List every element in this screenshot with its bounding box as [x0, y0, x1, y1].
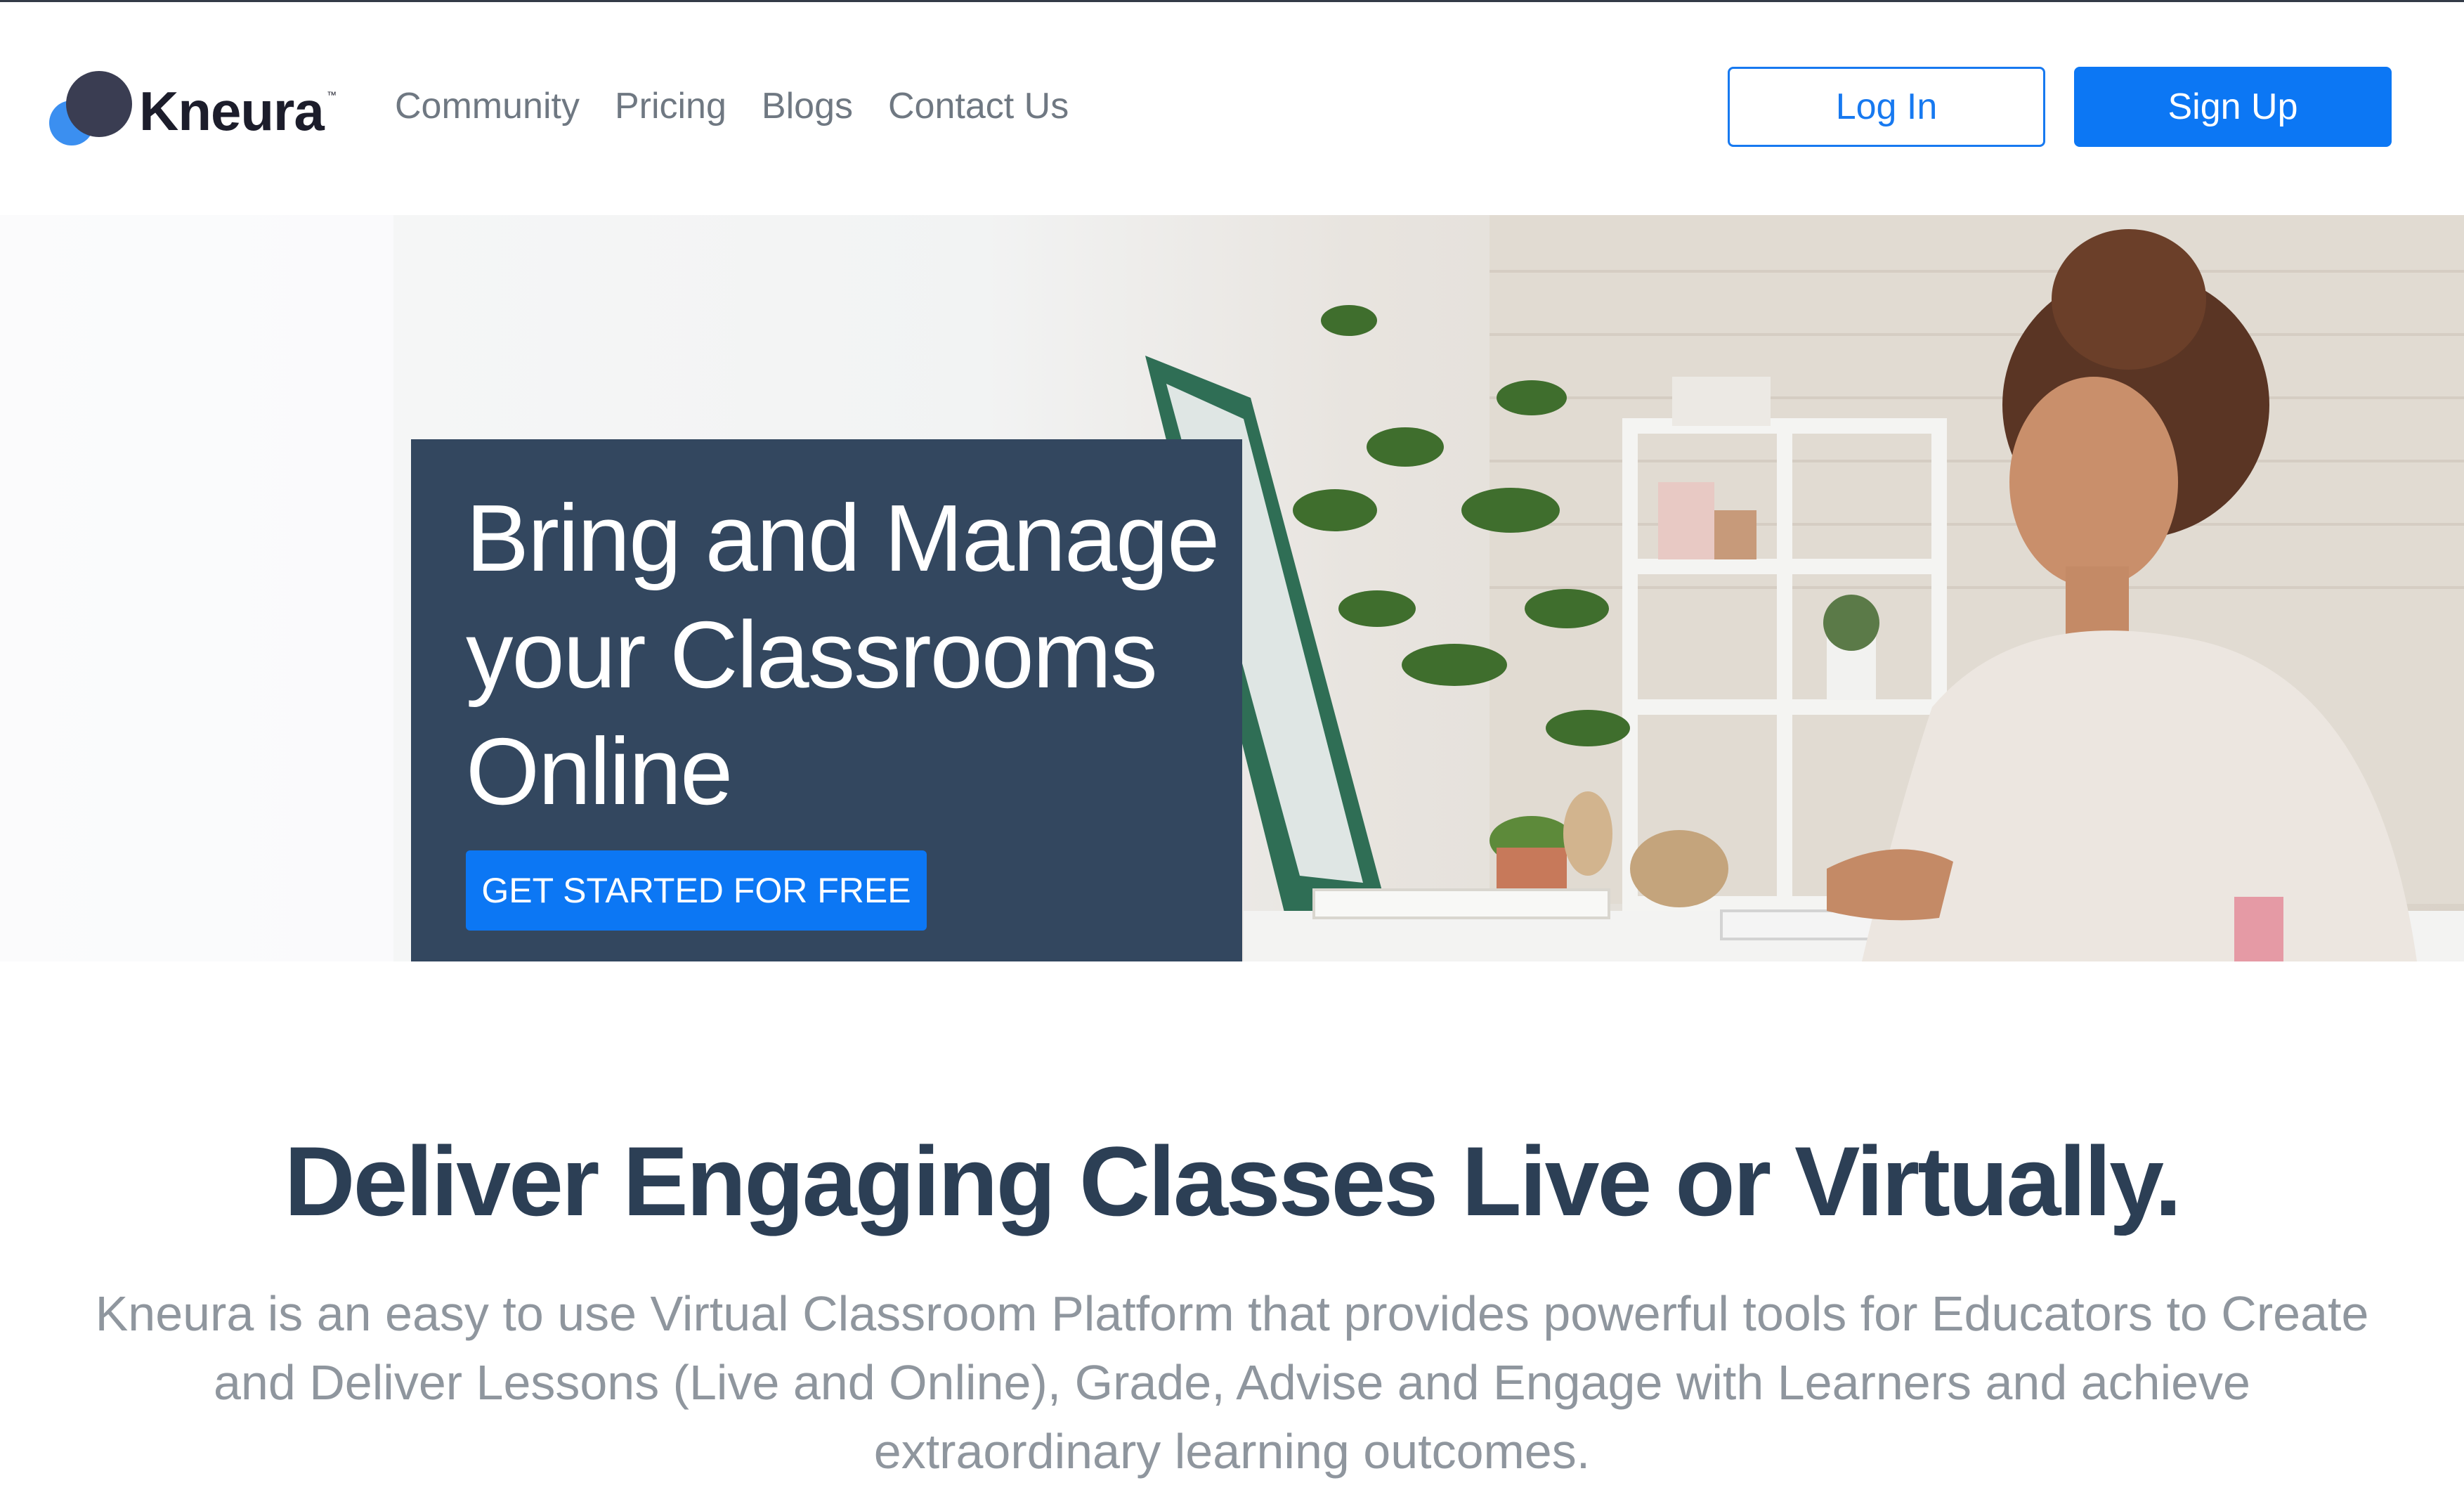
signup-button[interactable]: Sign Up	[2074, 67, 2392, 147]
logo-wordmark: Kneura	[139, 80, 325, 142]
logo-mark-circle-dark	[66, 71, 132, 137]
intro-description: Kneura is an easy to use Virtual Classro…	[95, 1286, 2369, 1479]
hero-section: Bring and Manage your Classrooms Online …	[0, 215, 2464, 961]
hero-title: Bring and Manage your Classrooms Online	[466, 480, 1225, 830]
get-started-button[interactable]: GET STARTED FOR FREE	[466, 850, 927, 931]
nav-community[interactable]: Community	[395, 85, 580, 127]
hero-title-line-2: your Classrooms	[466, 602, 1158, 708]
main-nav: Community Pricing Blogs Contact Us	[395, 85, 1069, 127]
kneura-logo[interactable]: Kneura ™	[49, 71, 344, 148]
site-header: Kneura ™ Community Pricing Blogs Contact…	[0, 2, 2464, 213]
nav-blogs[interactable]: Blogs	[762, 85, 853, 127]
hero-title-line-1: Bring and Manage	[466, 485, 1220, 591]
login-button[interactable]: Log In	[1728, 67, 2045, 147]
nav-contact-us[interactable]: Contact Us	[888, 85, 1069, 127]
nav-pricing[interactable]: Pricing	[615, 85, 726, 127]
hero-title-line-3: Online	[466, 718, 733, 824]
hero-card: Bring and Manage your Classrooms Online …	[411, 439, 1242, 961]
intro-title: Deliver Engaging Classes Live or Virtual…	[284, 1126, 2182, 1236]
logo-trademark: ™	[327, 89, 337, 101]
